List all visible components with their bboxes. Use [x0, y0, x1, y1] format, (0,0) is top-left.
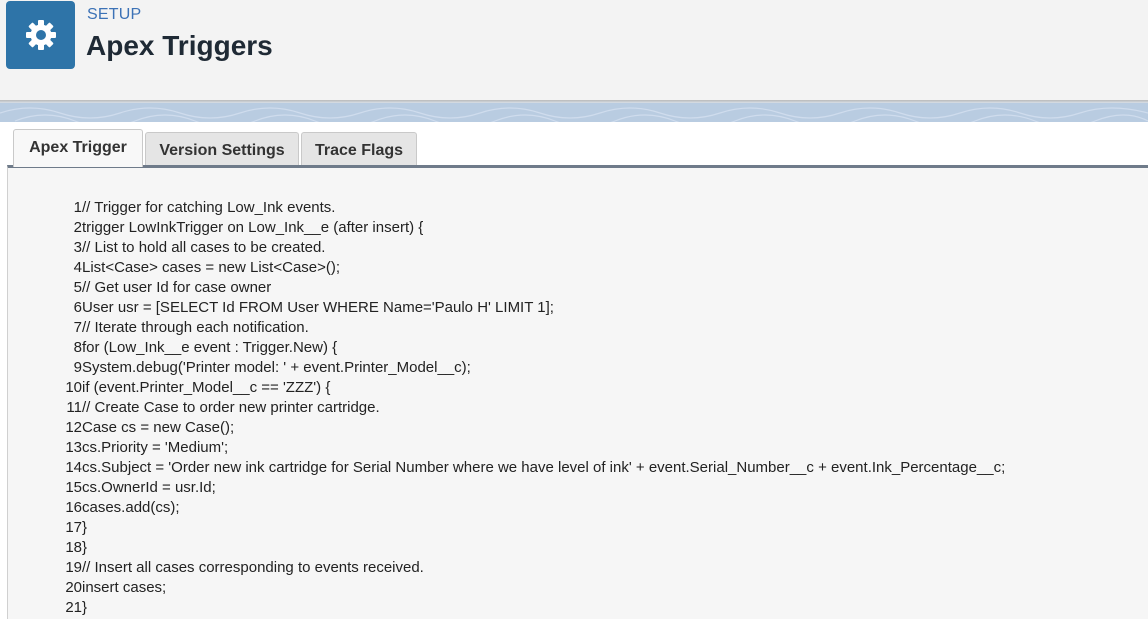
code-text: trigger LowInkTrigger on Low_Ink__e (aft…: [82, 219, 424, 236]
code-line: 17}: [8, 518, 87, 538]
page-header: SETUP Apex Triggers: [0, 0, 1148, 101]
code-line: 1// Trigger for catching Low_Ink events.: [8, 198, 336, 218]
line-number: 18: [65, 539, 82, 556]
code-line: 21}: [8, 598, 87, 618]
code-text: // Iterate through each notification.: [82, 319, 309, 336]
code-line: 18}: [8, 538, 87, 558]
line-number: 14: [65, 459, 82, 476]
line-number: 19: [65, 559, 82, 576]
code-line: 16cases.add(cs);: [8, 498, 180, 518]
tab-trace-flags[interactable]: Trace Flags: [301, 132, 417, 165]
code-line: 2trigger LowInkTrigger on Low_Ink__e (af…: [8, 218, 424, 238]
line-number: 17: [65, 519, 82, 536]
code-text: }: [82, 539, 88, 556]
code-line: 8for (Low_Ink__e event : Trigger.New) {: [8, 338, 337, 358]
code-text: // Trigger for catching Low_Ink events.: [82, 199, 336, 216]
decorative-banner: [0, 103, 1148, 122]
line-number: 13: [65, 439, 82, 456]
code-text: // Create Case to order new printer cart…: [82, 399, 380, 416]
code-line: 6User usr = [SELECT Id FROM User WHERE N…: [8, 298, 554, 318]
code-line: 3// List to hold all cases to be created…: [8, 238, 326, 258]
code-text: if (event.Printer_Model__c == 'ZZZ') {: [82, 379, 331, 396]
banner-pattern: [0, 107, 1148, 122]
code-text: cases.add(cs);: [82, 499, 180, 516]
line-number: 8: [73, 339, 82, 356]
code-line: 10if (event.Printer_Model__c == 'ZZZ') {: [8, 378, 330, 398]
code-line: 19// Insert all cases corresponding to e…: [8, 558, 424, 578]
code-text: // List to hold all cases to be created.: [82, 239, 326, 256]
line-number: 16: [65, 499, 82, 516]
code-line: 4List<Case> cases = new List<Case>();: [8, 258, 340, 278]
code-text: Case cs = new Case();: [82, 419, 235, 436]
code-text: List<Case> cases = new List<Case>();: [82, 259, 341, 276]
line-number: 4: [73, 259, 82, 276]
line-number: 1: [73, 199, 82, 216]
code-line: 15cs.OwnerId = usr.Id;: [8, 478, 216, 498]
line-number: 3: [73, 239, 82, 256]
line-number: 10: [65, 379, 82, 396]
tab-apex-trigger[interactable]: Apex Trigger: [13, 129, 143, 167]
line-number: 20: [65, 579, 82, 596]
code-text: // Get user Id for case owner: [82, 279, 272, 296]
breadcrumb-setup[interactable]: SETUP: [87, 6, 141, 24]
line-number: 11: [66, 399, 82, 416]
line-number: 6: [73, 299, 82, 316]
code-text: System.debug('Printer model: ' + event.P…: [82, 359, 471, 376]
code-text: }: [82, 599, 88, 616]
line-number: 12: [65, 419, 82, 436]
gear-icon: [25, 20, 56, 50]
code-viewer[interactable]: 1// Trigger for catching Low_Ink events.…: [7, 165, 1148, 619]
code-text: // Insert all cases corresponding to eve…: [82, 559, 424, 576]
code-line: 5// Get user Id for case owner: [8, 278, 272, 298]
code-line: 9System.debug('Printer model: ' + event.…: [8, 358, 471, 378]
code-line: 12Case cs = new Case();: [8, 418, 234, 438]
tab-version-settings[interactable]: Version Settings: [145, 132, 299, 165]
code-line: 14cs.Subject = 'Order new ink cartridge …: [8, 458, 1005, 478]
line-number: 9: [73, 359, 82, 376]
code-line: 11// Create Case to order new printer ca…: [8, 398, 380, 418]
code-text: for (Low_Ink__e event : Trigger.New) {: [82, 339, 338, 356]
line-number: 21: [65, 599, 82, 616]
code-line: 20insert cases;: [8, 578, 166, 598]
code-text: cs.OwnerId = usr.Id;: [82, 479, 216, 496]
line-number: 15: [65, 479, 82, 496]
line-number: 5: [73, 279, 82, 296]
code-line: 7// Iterate through each notification.: [8, 318, 309, 338]
page-title: Apex Triggers: [86, 30, 273, 61]
code-line: 13cs.Priority = 'Medium';: [8, 438, 228, 458]
code-text: User usr = [SELECT Id FROM User WHERE Na…: [82, 299, 554, 316]
line-number: 7: [73, 319, 82, 336]
code-text: insert cases;: [82, 579, 167, 596]
code-text: cs.Subject = 'Order new ink cartridge fo…: [82, 459, 1006, 476]
code-text: }: [82, 519, 88, 536]
line-number: 2: [73, 219, 82, 236]
setup-gear-tile: [6, 1, 75, 69]
code-text: cs.Priority = 'Medium';: [82, 439, 229, 456]
